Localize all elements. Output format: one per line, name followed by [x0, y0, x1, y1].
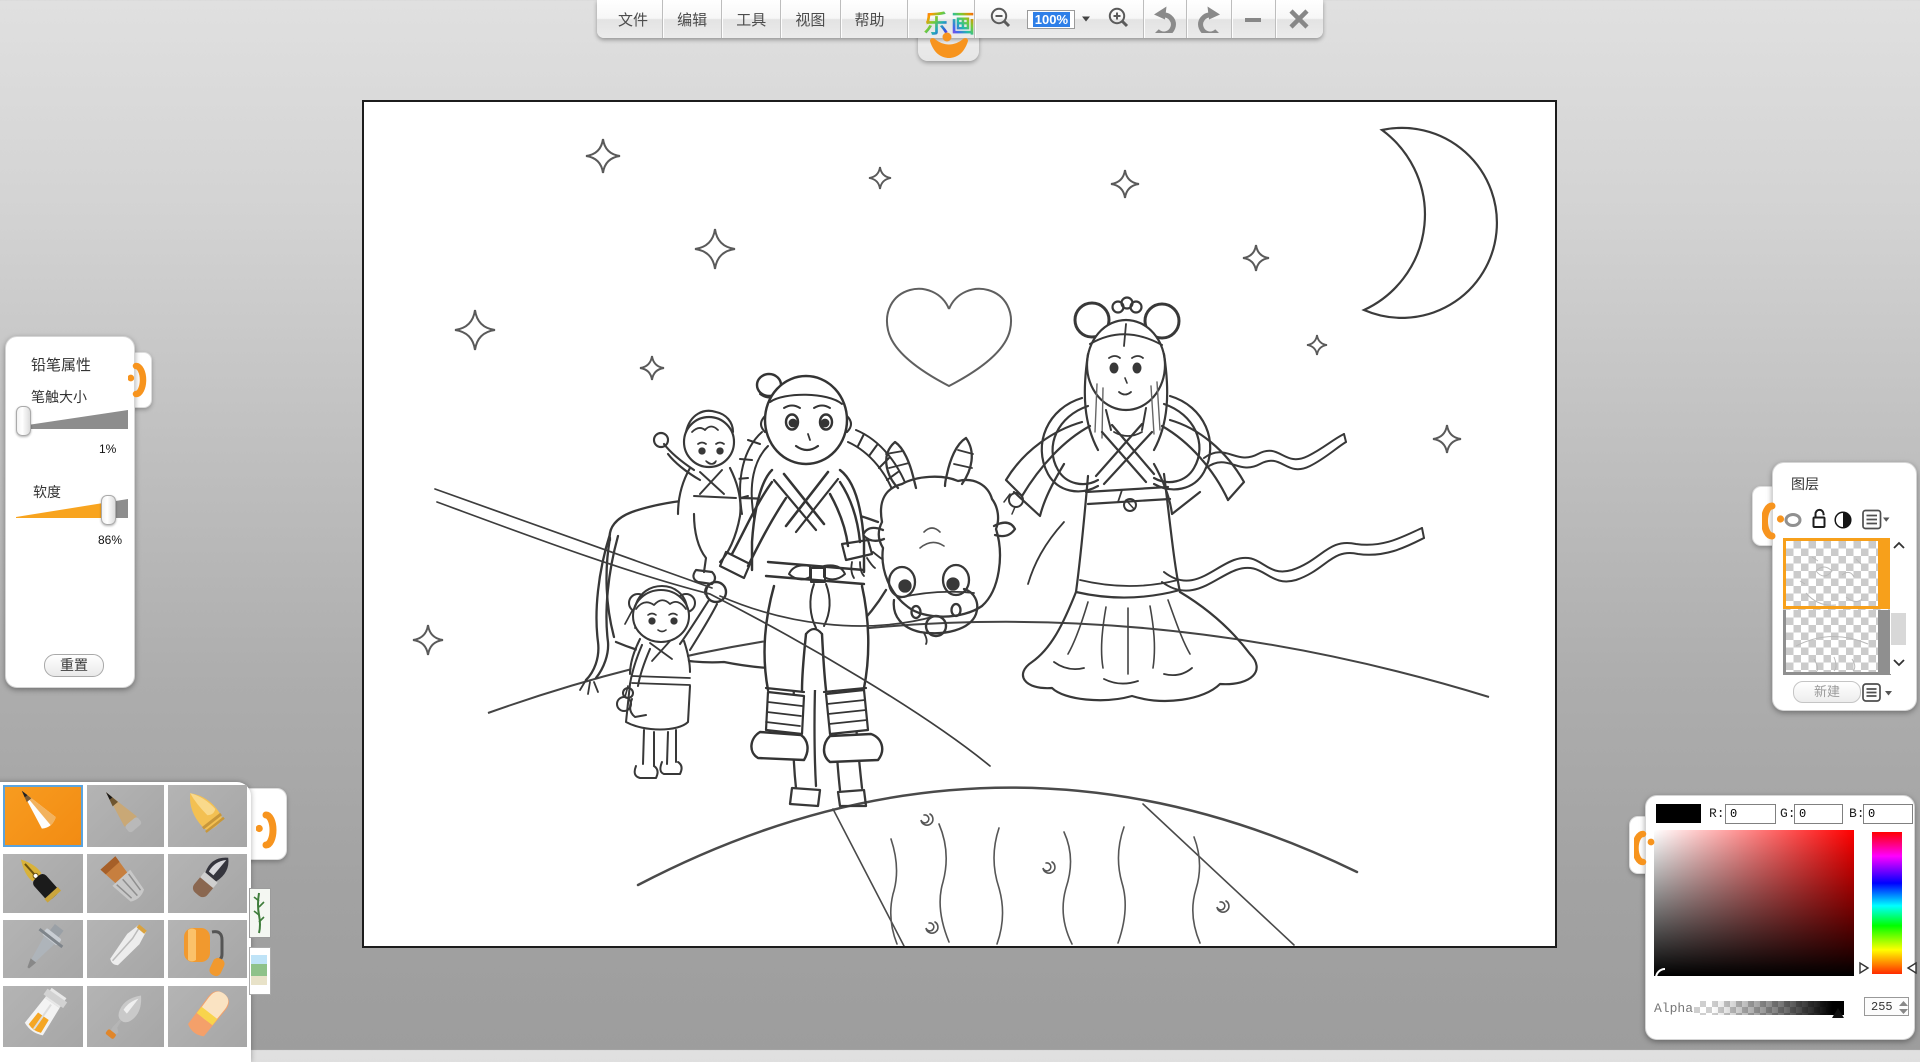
svg-text:画: 画	[951, 11, 975, 38]
